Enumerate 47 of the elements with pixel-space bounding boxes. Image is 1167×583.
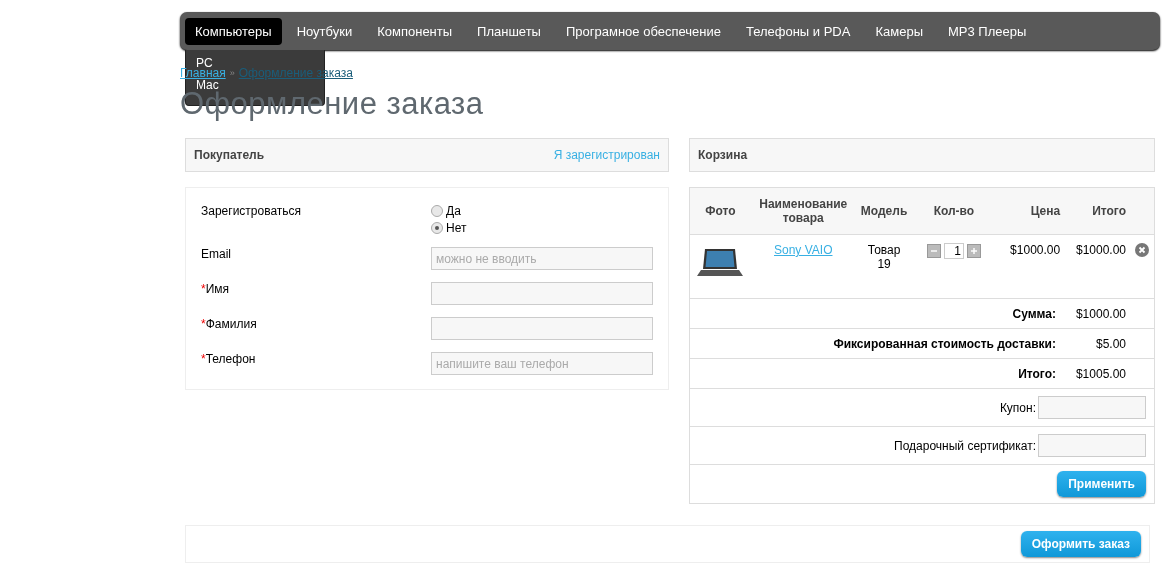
menu-item[interactable]: Компоненты [367,17,463,45]
menu-item[interactable]: Планшеты [467,17,551,45]
field-label: Зарегистроваться [201,204,302,220]
column-header: Фото [704,204,737,218]
field-label: *Имя [201,282,230,298]
radio-option[interactable]: Да [431,204,653,218]
total-value: $5.00 [1094,336,1127,351]
field-label: *Телефон [201,352,256,368]
input-field[interactable]: напишите ваш телефон [431,352,653,375]
minus-icon[interactable] [926,244,941,258]
input-field[interactable] [431,282,653,305]
total-label: Итого: [1018,366,1056,381]
table-cell: $1000.00 [1010,243,1061,257]
field-label: *Фамилия [201,317,257,333]
input-field[interactable] [1038,434,1146,457]
radio-button[interactable] [431,222,443,234]
input-field[interactable] [431,317,653,340]
section-title: Покупатель [194,148,265,162]
input-field[interactable] [1038,396,1146,419]
quantity-field[interactable]: 1 [943,243,964,259]
column-header: Наименование товара [758,197,849,225]
menu-item[interactable]: MP3 Плееры [938,17,1037,45]
total-value: $1005.00 [1074,366,1127,381]
total-value: $1000.00 [1074,306,1127,321]
remove-icon[interactable] [1135,243,1150,257]
column-header: Модель [859,204,909,218]
menu-item[interactable]: Програмное обеспечение [555,17,731,45]
total-label: Сумма: [1012,306,1056,321]
column-header: Кол-во [932,204,976,218]
input-field[interactable]: можно не вводить [431,247,653,270]
menu-item[interactable]: Камеры [865,17,933,45]
table-cell: $1000.00 [1075,243,1127,257]
section-title: Корзина [698,148,748,162]
field-label: Email [201,247,231,263]
field-label: Подарочный сертификат: [894,438,1036,453]
column-header: Итого [1091,204,1128,218]
table-cell-text: Товар 19 [866,243,902,271]
radio-button[interactable] [431,205,443,217]
total-label: Фиксированная стоимость доставки: [833,336,1056,351]
radio-option[interactable]: Нет [431,221,653,235]
menu-item[interactable]: Телефоны и PDA [735,17,861,45]
menu-item[interactable]: Ноутбуки [286,17,363,45]
column-header: Цена [1029,204,1062,218]
plus-icon[interactable] [966,244,981,258]
breadcrumb-separator: » [229,67,235,80]
menu-item[interactable]: Компьютеры [185,17,282,45]
field-label: Купон: [999,400,1036,415]
